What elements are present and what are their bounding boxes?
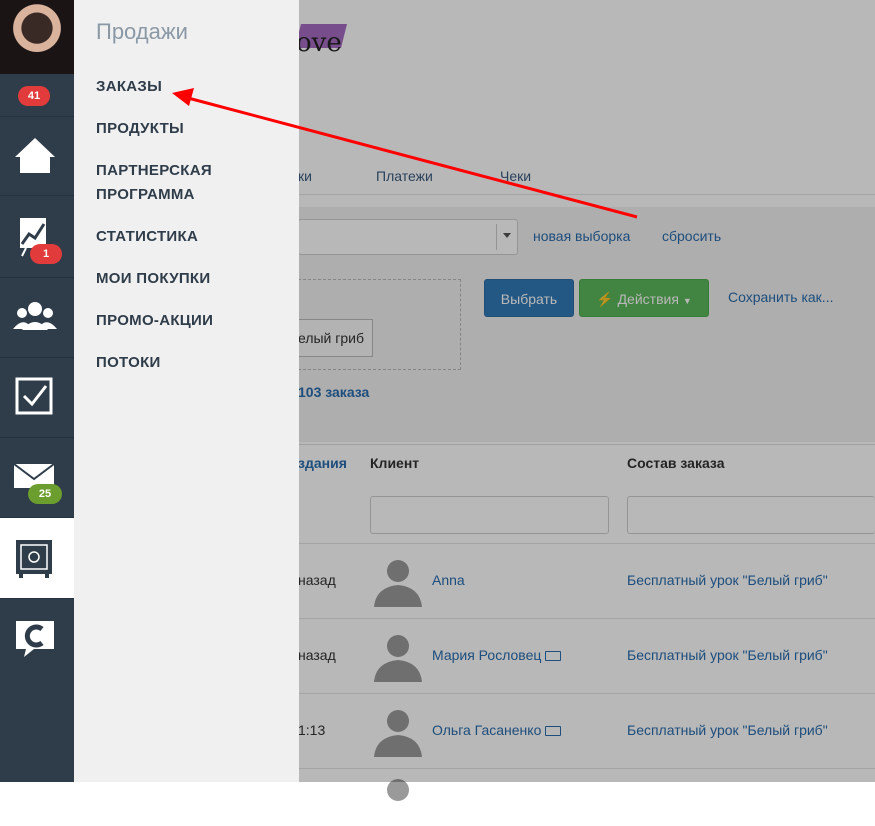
order-date: 1:13: [298, 722, 326, 738]
tabs-bar: ки Платежи Чеки: [298, 164, 875, 195]
tab-payments[interactable]: Платежи: [376, 168, 433, 184]
actions-button[interactable]: ⚡ Действия ▼: [579, 279, 709, 317]
order-date: назад: [298, 572, 336, 588]
menu-item-statistics[interactable]: СТАТИСТИКА: [96, 225, 198, 249]
table-row-divider: [298, 618, 875, 619]
column-client: Клиент: [370, 455, 420, 471]
menu-item-streams[interactable]: ПОТОКИ: [96, 351, 161, 375]
column-order: Состав заказа: [627, 455, 725, 471]
actions-button-label: Действия: [617, 291, 679, 307]
client-name[interactable]: Anna: [432, 572, 465, 588]
sidebar-item-sales[interactable]: [0, 517, 74, 598]
tab-orders[interactable]: ки: [298, 168, 312, 184]
money-icon: [545, 651, 562, 661]
menu-item-products[interactable]: ПРОДУКТЫ: [96, 117, 184, 141]
menu-item-my-purchases[interactable]: МОИ ПОКУПКИ: [96, 267, 210, 291]
client-name: Ольга Гасаненко: [432, 722, 542, 738]
segment-select[interactable]: [298, 219, 518, 255]
notifications-badge: 41: [18, 86, 50, 106]
sidebar-item-users[interactable]: [0, 277, 74, 356]
save-as-link[interactable]: Сохранить как...: [728, 289, 833, 305]
order-contents[interactable]: Бесплатный урок "Белый гриб": [627, 572, 828, 588]
avatar[interactable]: [0, 0, 74, 74]
sidebar-item-messages[interactable]: 25: [0, 437, 74, 516]
order-contents[interactable]: Бесплатный урок "Белый гриб": [627, 647, 828, 663]
table-row-divider: [298, 768, 875, 769]
analytics-badge: 1: [30, 244, 62, 264]
client-name: Мария Рословец: [432, 647, 542, 663]
order-contents[interactable]: Бесплатный урок "Белый гриб": [627, 722, 828, 738]
menu-item-promo[interactable]: ПРОМО-АКЦИИ: [96, 309, 213, 333]
home-icon: [15, 138, 55, 173]
chat-bubble-icon: [16, 621, 54, 657]
chevron-down-icon: [503, 233, 511, 238]
lightning-icon: ⚡: [596, 291, 614, 307]
select-button[interactable]: Выбрать: [484, 279, 574, 317]
caret-down-icon: ▼: [682, 296, 692, 306]
app-sidebar: 41 1 25: [0, 0, 74, 782]
checkbox-icon: [15, 377, 53, 415]
order-filter-input[interactable]: [627, 496, 875, 534]
users-icon: [13, 302, 57, 330]
menu-item-affiliate-program[interactable]: ПАРТНЕРСКАЯ ПРОГРАММА: [96, 159, 266, 207]
client-name-cell[interactable]: Ольга Гасаненко: [432, 722, 562, 738]
money-icon: [545, 726, 562, 736]
sidebar-item-analytics[interactable]: 1: [0, 195, 74, 274]
sidebar-item-home[interactable]: [0, 116, 74, 195]
select-separator: [496, 224, 497, 250]
client-name-cell[interactable]: Мария Рословец: [432, 647, 562, 663]
tab-receipts[interactable]: Чеки: [500, 168, 531, 184]
reset-link[interactable]: сбросить: [662, 228, 721, 244]
messages-badge: 25: [28, 484, 62, 504]
table-row-divider: [298, 543, 875, 544]
order-date: назад: [298, 647, 336, 663]
column-created[interactable]: здания: [298, 455, 347, 471]
menu-title: Продажи: [96, 19, 188, 44]
user-silhouette-icon: [374, 560, 422, 607]
table-divider: [298, 444, 875, 445]
orders-count[interactable]: 103 заказа: [298, 384, 369, 400]
filter-chip[interactable]: елый гриб: [298, 319, 373, 357]
sidebar-item-chat[interactable]: [0, 598, 74, 677]
client-filter-input[interactable]: [370, 496, 609, 534]
logo-text: ove: [296, 28, 342, 58]
table-row-divider: [298, 693, 875, 694]
user-silhouette-icon: [374, 635, 422, 682]
new-selection-link[interactable]: новая выборка: [533, 228, 630, 244]
safe-icon: [16, 540, 52, 578]
sidebar-item-tasks[interactable]: [0, 357, 74, 436]
user-silhouette-icon: [374, 710, 422, 757]
menu-item-orders[interactable]: ЗАКАЗЫ: [96, 75, 162, 99]
